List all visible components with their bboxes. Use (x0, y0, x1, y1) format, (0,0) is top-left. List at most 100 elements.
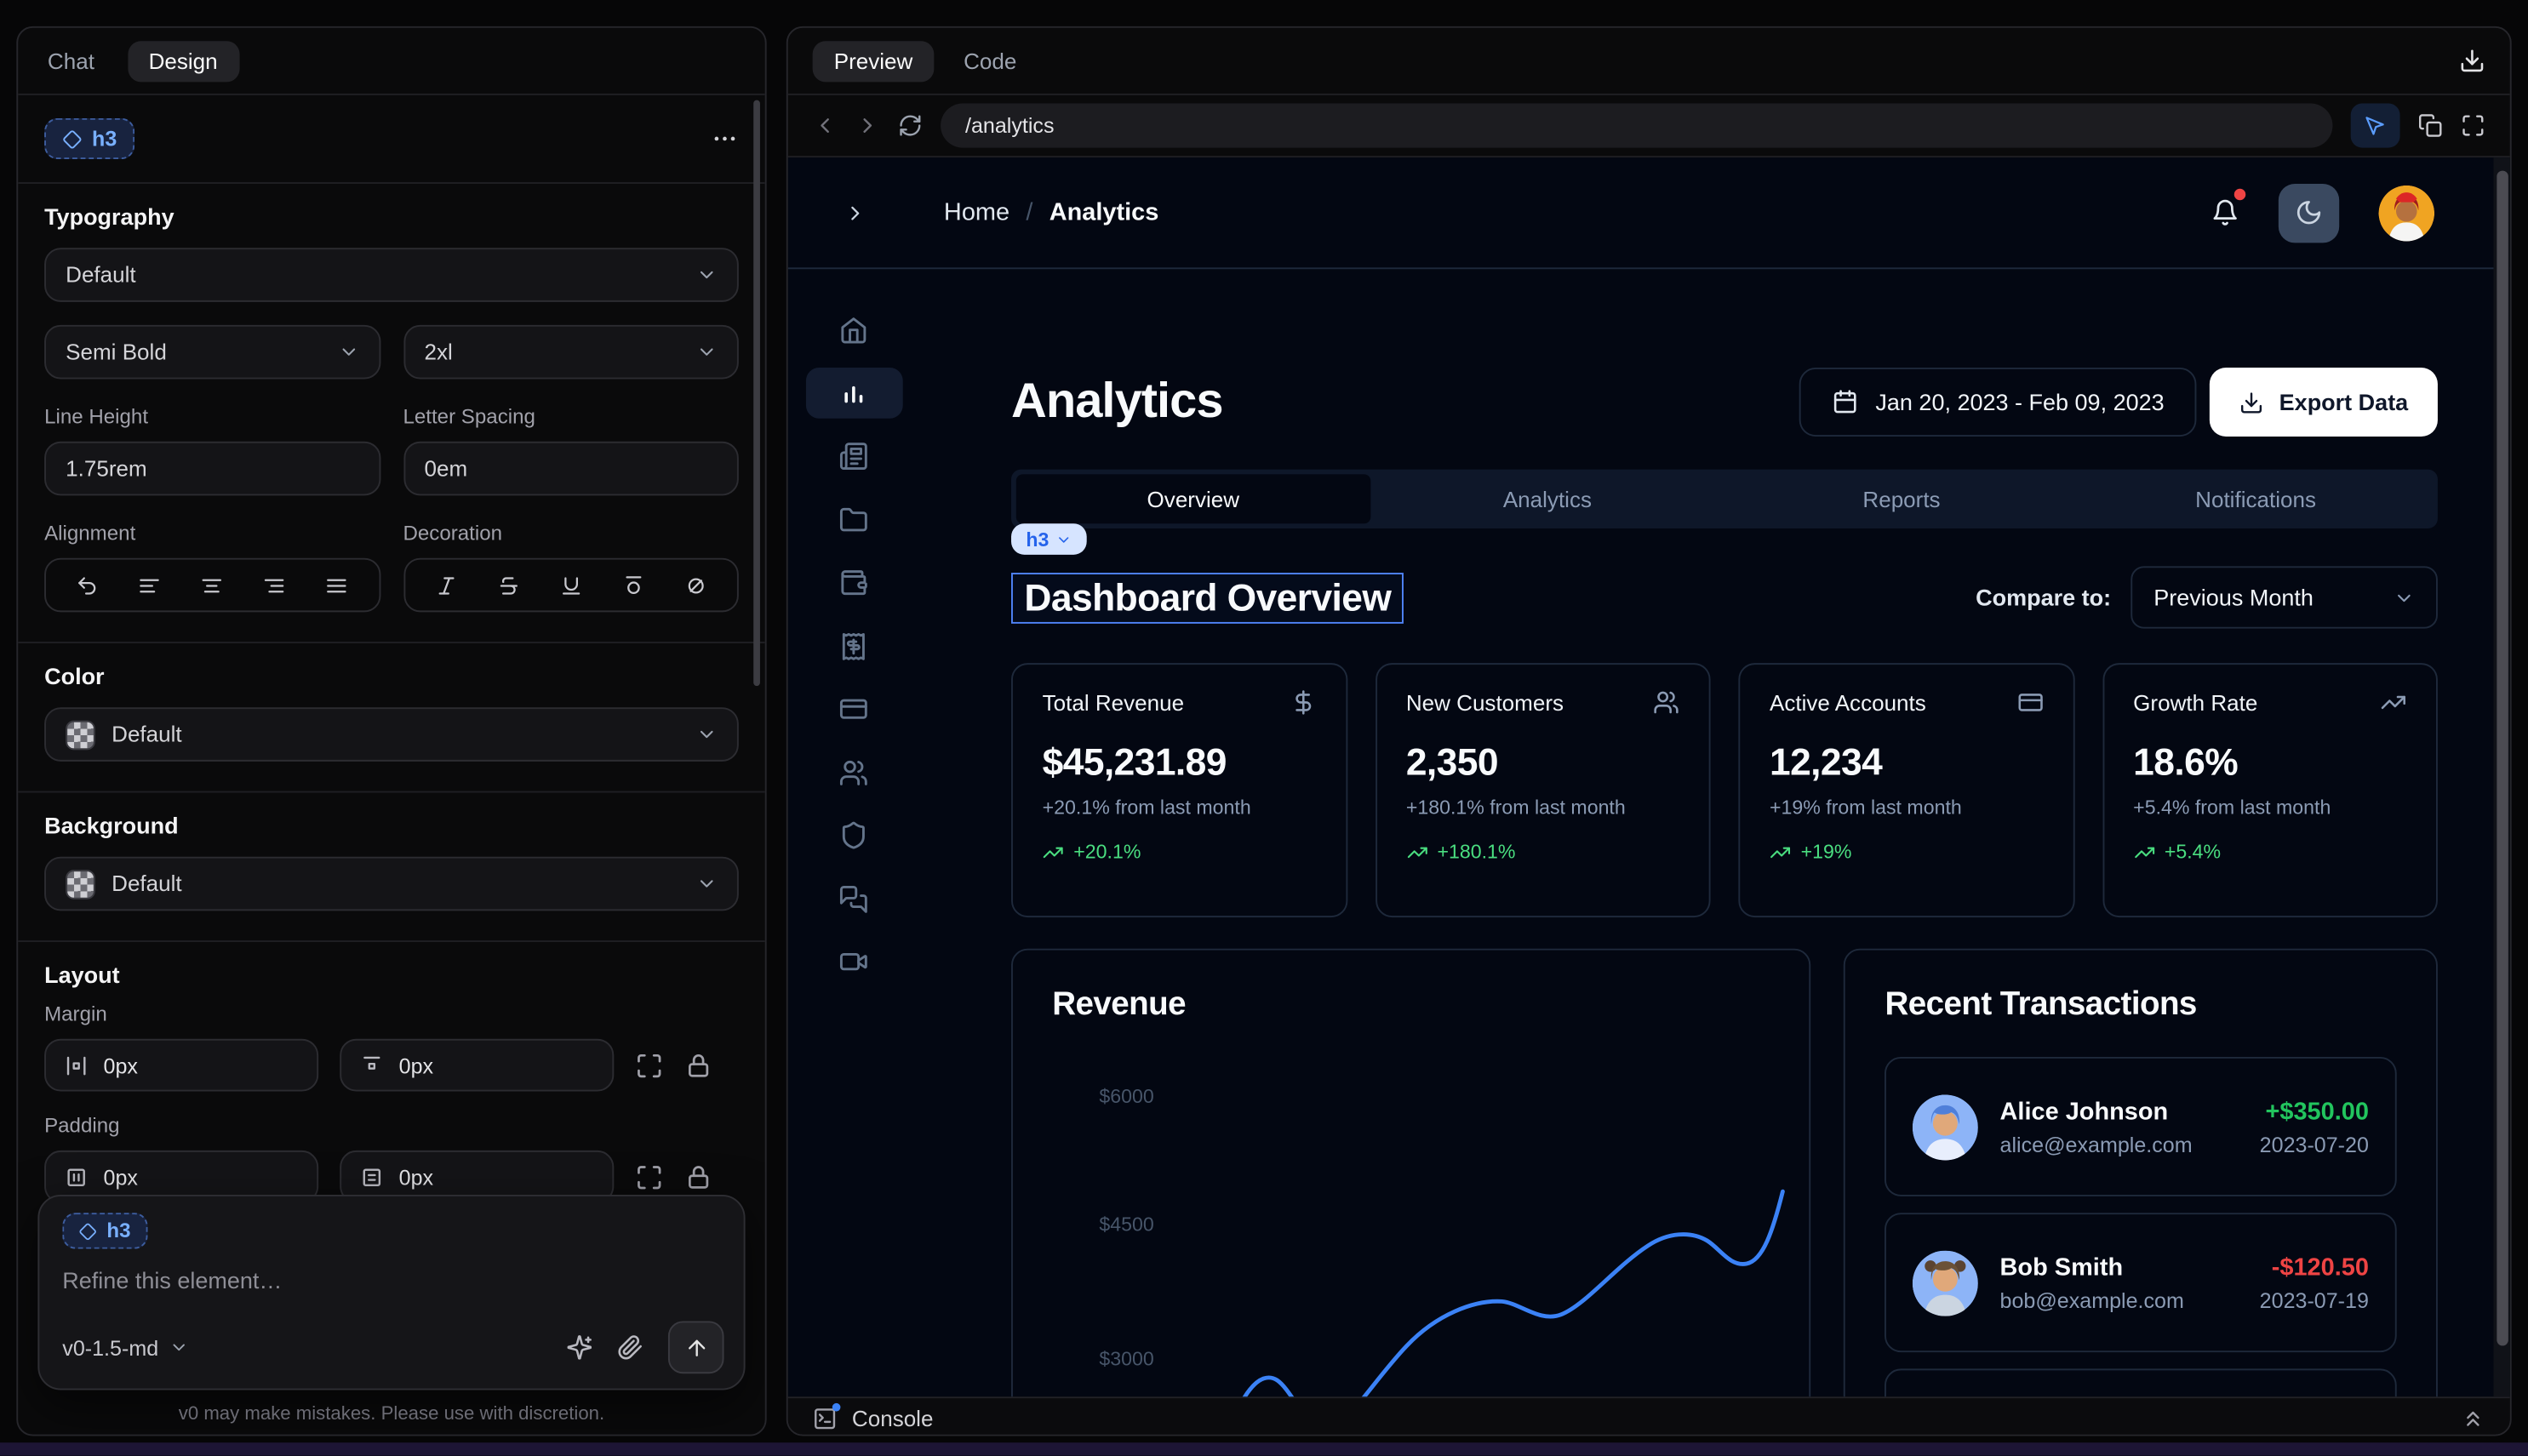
background-swatch (66, 869, 95, 899)
url-input[interactable]: /analytics (941, 103, 2332, 147)
stat-trend-value: +20.1% (1073, 840, 1141, 863)
download-icon[interactable] (2459, 48, 2485, 74)
no-decoration-icon[interactable] (684, 574, 707, 597)
back-icon[interactable] (813, 113, 838, 138)
fullscreen-icon[interactable] (2461, 113, 2485, 138)
section-heading-selected[interactable]: Dashboard Overview (1011, 572, 1404, 623)
console-bar[interactable]: Console (788, 1396, 2510, 1436)
expand-console-icon[interactable] (2461, 1406, 2485, 1430)
send-button[interactable] (668, 1321, 724, 1373)
strikethrough-icon[interactable] (497, 574, 520, 597)
align-right-icon[interactable] (263, 574, 286, 597)
expand-margin-icon[interactable] (635, 1051, 663, 1079)
theme-toggle-button[interactable] (2279, 183, 2339, 242)
line-height-input[interactable]: 1.75rem (44, 442, 380, 496)
underline-icon[interactable] (559, 574, 582, 597)
align-left-icon[interactable] (138, 574, 161, 597)
lock-padding-icon[interactable] (684, 1162, 712, 1190)
color-select[interactable]: Default (44, 707, 739, 762)
refresh-icon[interactable] (898, 113, 923, 138)
tab-notifications[interactable]: Notifications (2079, 474, 2433, 523)
stat-card-active-accounts: Active Accounts 12,234 +19% from last mo… (1738, 663, 2073, 917)
sidebar-card-icon[interactable] (838, 694, 868, 724)
dashboard-tabs: Overview Analytics Reports Notifications (1011, 470, 2438, 528)
sidebar-news-icon[interactable] (838, 442, 868, 471)
avatar (1913, 1093, 1978, 1159)
align-center-icon[interactable] (201, 574, 224, 597)
sidebar-users-icon[interactable] (838, 757, 868, 787)
expand-padding-icon[interactable] (635, 1162, 663, 1190)
copy-icon[interactable] (2418, 113, 2443, 138)
user-avatar[interactable] (2378, 185, 2434, 241)
calendar-icon (1831, 389, 1857, 415)
model-name: v0-1.5-md (62, 1335, 158, 1360)
selection-chip[interactable]: h3 (1011, 523, 1087, 555)
tab-design[interactable]: Design (128, 40, 239, 81)
lock-margin-icon[interactable] (684, 1051, 712, 1079)
preview-scrollbar[interactable] (2493, 157, 2509, 1396)
sidebar-home-icon[interactable] (838, 315, 868, 345)
sidebar-wallet-icon[interactable] (838, 568, 868, 597)
tab-analytics[interactable]: Analytics (1370, 474, 1724, 523)
attach-file-icon[interactable] (617, 1334, 643, 1361)
transaction-row-partial[interactable] (1885, 1368, 2397, 1396)
chevron-down-icon (696, 723, 718, 745)
italic-icon[interactable] (434, 574, 457, 597)
more-options-icon[interactable] (711, 125, 739, 153)
align-justify-icon[interactable] (326, 574, 349, 597)
color-value: Default (112, 722, 182, 747)
left-panel-scrollbar[interactable] (753, 100, 760, 686)
browser-toolbar: /analytics (788, 95, 2510, 157)
transaction-row[interactable]: Alice Johnson alice@example.com +$350.00… (1885, 1057, 2397, 1196)
overline-icon[interactable] (622, 574, 645, 597)
tab-chat[interactable]: Chat (48, 49, 94, 73)
notification-badge (2234, 189, 2245, 200)
transaction-amount: -$120.50 (2260, 1253, 2369, 1281)
stat-title: New Customers (1406, 690, 1564, 715)
alignment-label: Alignment (44, 522, 380, 545)
transaction-row[interactable]: Bob Smith bob@example.com -$120.50 2023-… (1885, 1213, 2397, 1352)
sidebar-messages-icon[interactable] (838, 884, 868, 914)
forward-icon[interactable] (855, 113, 880, 138)
left-panel-tabs: Chat Design (18, 28, 764, 95)
chat-composer[interactable]: h3 Refine this element… v0-1.5-md (37, 1195, 745, 1390)
notifications-button[interactable] (2211, 198, 2239, 226)
stat-value: 18.6% (2133, 740, 2406, 785)
tab-code[interactable]: Code (964, 49, 1016, 73)
reset-alignment-icon[interactable] (76, 574, 99, 597)
model-selector[interactable]: v0-1.5-md (62, 1335, 188, 1360)
tab-overview[interactable]: Overview (1016, 474, 1370, 523)
composer-element-badge[interactable]: h3 (62, 1213, 147, 1248)
background-select[interactable]: Default (44, 857, 739, 911)
stat-trend-value: +180.1% (1437, 840, 1515, 863)
selected-element-badge[interactable]: h3 (44, 118, 134, 159)
composer-placeholder[interactable]: Refine this element… (62, 1267, 720, 1293)
font-family-select[interactable]: Default (44, 248, 739, 302)
margin-label: Margin (44, 1002, 739, 1025)
export-data-button[interactable]: Export Data (2211, 368, 2438, 437)
font-size-select[interactable]: 2xl (403, 325, 738, 380)
compare-select[interactable]: Previous Month (2130, 566, 2438, 628)
sidebar-receipt-icon[interactable] (838, 631, 868, 661)
date-range-button[interactable]: Jan 20, 2023 - Feb 09, 2023 (1799, 368, 2197, 437)
sidebar-video-icon[interactable] (838, 947, 868, 977)
enhance-prompt-icon[interactable] (566, 1334, 592, 1361)
credit-card-icon (2016, 689, 2043, 716)
font-weight-select[interactable]: Semi Bold (44, 325, 380, 380)
margin-y-value: 0px (399, 1053, 433, 1077)
compare-value: Previous Month (2153, 585, 2314, 611)
sidebar-shield-icon[interactable] (838, 820, 868, 850)
sidebar-analytics-active[interactable] (805, 368, 902, 419)
tab-reports[interactable]: Reports (1724, 474, 2079, 523)
sidebar-folder-icon[interactable] (838, 505, 868, 534)
breadcrumb-home[interactable]: Home (944, 198, 1009, 226)
sidebar-toggle-icon[interactable] (844, 201, 866, 224)
tab-preview[interactable]: Preview (813, 40, 935, 81)
breadcrumb-current: Analytics (1050, 198, 1159, 226)
margin-x-input[interactable]: 0px (44, 1039, 318, 1092)
inspect-mode-button[interactable] (2351, 103, 2400, 147)
letter-spacing-input[interactable]: 0em (403, 442, 738, 496)
app-top-nav: Home / Analytics (788, 157, 2510, 269)
margin-y-input[interactable]: 0px (340, 1039, 614, 1092)
console-activity-dot (832, 1402, 841, 1411)
